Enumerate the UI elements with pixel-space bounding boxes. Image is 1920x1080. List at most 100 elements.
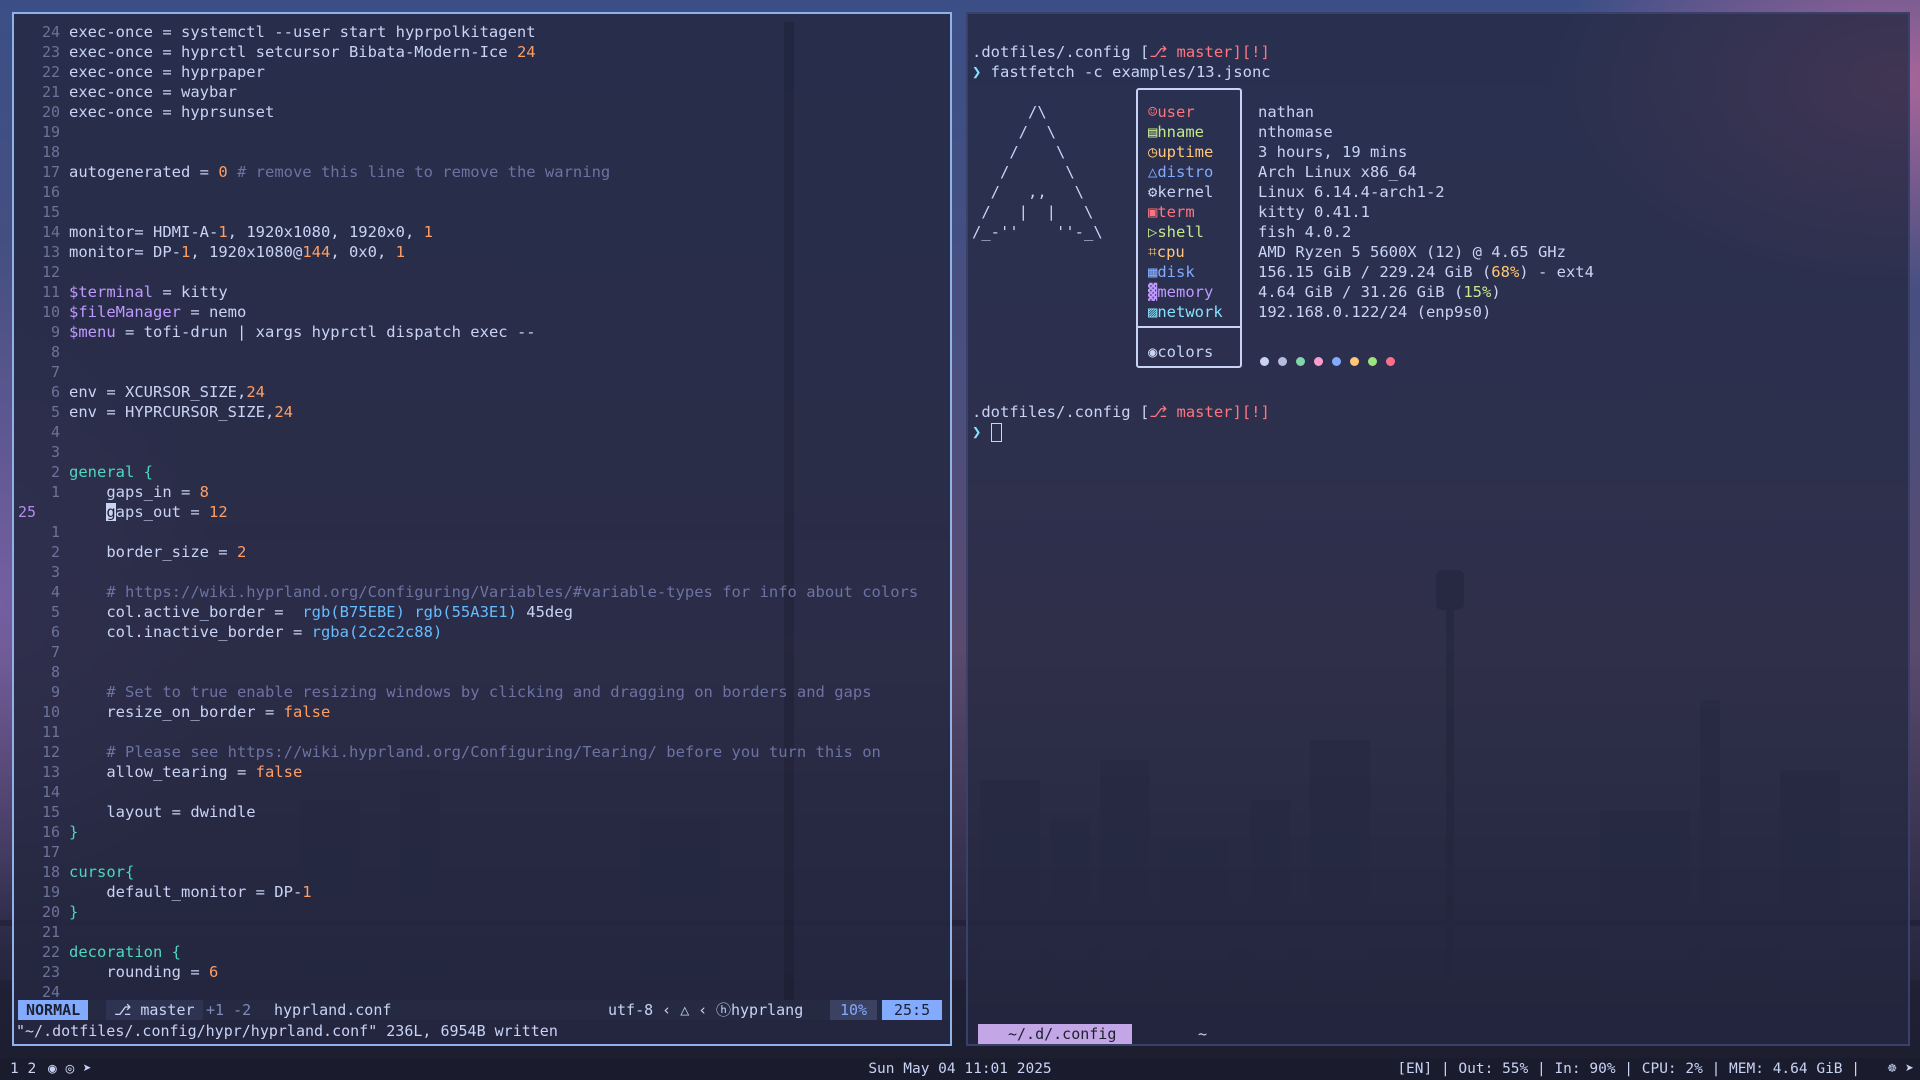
line-text: cursor{ [69, 863, 135, 881]
distro-icon: △ [1148, 163, 1158, 181]
filetype: ⓗhyprlang [716, 1001, 804, 1019]
fetch-value-disk: 156.15 GiB / 229.24 GiB (68%) - ext4 [1258, 263, 1594, 281]
git-branch: ⎇ master [106, 1000, 203, 1020]
fetch-key-hname: ▤hname [1148, 123, 1205, 141]
prompt-status: ][!] [1232, 403, 1270, 421]
fetch-value-network: 192.168.0.122/24 (enp9s0) [1258, 303, 1492, 321]
palette-swatch [1278, 357, 1287, 366]
ascii-art-line: / \ [972, 143, 1066, 161]
line-number: 12 [41, 263, 60, 281]
status-line: NORMAL ⎇ master +1 -2 hyprland.conf utf-… [14, 1000, 950, 1020]
line-number: 22 [41, 943, 60, 961]
line-number: 10 [41, 703, 60, 721]
scroll-percent: 10% [830, 1000, 878, 1020]
disk-icon: ▦ [1148, 263, 1158, 281]
line-number: 4 [50, 583, 60, 601]
colors-key: ◉colors [1148, 343, 1214, 361]
fetch-key-shell: ▷shell [1148, 223, 1205, 241]
color-column [784, 22, 794, 1016]
line-number: 10 [41, 303, 60, 321]
palette-swatch [1332, 357, 1341, 366]
cursor-position: 25:5 [882, 1000, 943, 1020]
command-line[interactable]: "~/.dotfiles/.config/hypr/hyprland.conf"… [14, 1020, 950, 1042]
terminal-cursor [990, 423, 1002, 442]
line-text: general { [69, 463, 153, 481]
line-text: $fileManager = nemo [69, 303, 247, 321]
line-number: 13 [41, 763, 60, 781]
memory-icon: ▓ [1148, 283, 1158, 301]
command-line: ❯ fastfetch -c examples/13.jsonc [972, 62, 1271, 82]
line-text: exec-once = waybar [69, 83, 237, 101]
palette-swatch [1350, 357, 1359, 366]
prompt-arrow: ❯ [972, 423, 991, 441]
tab-active[interactable]: ~/.d/.config [978, 1024, 1133, 1044]
line-text: exec-once = hyprsunset [69, 103, 275, 121]
palette-swatch [1386, 357, 1395, 366]
kitty-terminal-window[interactable]: .dotfiles/.config [⎇ master][!] ❯ fastfe… [966, 12, 1910, 1046]
kernel-icon: ⚙ [1148, 183, 1158, 201]
line-number: 15 [41, 203, 60, 221]
line-text: env = XCURSOR_SIZE,24 [69, 383, 265, 401]
line-number: 4 [50, 423, 60, 441]
line-number: 20 [41, 903, 60, 921]
prompt-branch: ⎇ master [1149, 43, 1233, 61]
line-text: rounding = 6 [69, 963, 219, 981]
line-text: $menu = tofi-drun | xargs hyprctl dispat… [69, 323, 536, 341]
line-number: 7 [50, 643, 60, 661]
palette-swatch [1314, 357, 1323, 366]
encoding: utf-8 ‹ △ ‹ [608, 1001, 708, 1019]
fetch-value-kernel: Linux 6.14.4-arch1-2 [1258, 183, 1445, 201]
input-line[interactable]: ❯ [972, 422, 1002, 442]
line-text: exec-once = hyprctl setcursor Bibata-Mod… [69, 43, 536, 61]
line-number: 18 [41, 863, 60, 881]
ascii-art-line: /\ [972, 103, 1047, 121]
line-text: } [69, 903, 79, 921]
line-number: 17 [41, 163, 60, 181]
term-icon: ▣ [1148, 203, 1158, 221]
fetch-key-term: ▣term [1148, 203, 1195, 221]
fetch-value-distro: Arch Linux x86_64 [1258, 163, 1417, 181]
fetch-key-disk: ▦disk [1148, 263, 1195, 281]
fetch-value-memory: 4.64 GiB / 31.26 GiB (15%) [1258, 283, 1501, 301]
line-text: # Please see https://wiki.hyprland.org/C… [69, 743, 881, 761]
tab-other[interactable]: ~ [1198, 1024, 1207, 1044]
line-number: 23 [41, 43, 60, 61]
line-text: monitor= HDMI-A-1, 1920x1080, 1920x0, 1 [69, 223, 433, 241]
line-number: 16 [41, 823, 60, 841]
user-icon: ☺ [1148, 103, 1158, 121]
line-number: 24 [41, 983, 60, 1001]
line-text: layout = dwindle [69, 803, 256, 821]
line-text: # https://wiki.hyprland.org/Configuring/… [69, 583, 919, 601]
line-number: 1 [50, 483, 60, 501]
file-name: hyprland.conf [274, 1001, 392, 1019]
fetch-value-shell: fish 4.0.2 [1258, 223, 1352, 241]
line-text: } [69, 823, 79, 841]
tray-icons[interactable]: ☸ ➤ [1888, 1058, 1914, 1080]
line-number: 8 [50, 663, 60, 681]
prompt-status: ][!] [1232, 43, 1270, 61]
prompt-arrow: ❯ [972, 63, 991, 81]
palette-icon: ◉ [1148, 343, 1158, 361]
line-text: exec-once = hyprpaper [69, 63, 265, 81]
fetch-key-cpu: ⌗cpu [1148, 243, 1185, 261]
network-icon: ▨ [1148, 303, 1158, 321]
line-number: 2 [50, 543, 60, 561]
hname-icon: ▤ [1148, 123, 1158, 141]
fetch-key-network: ▨network [1148, 303, 1223, 321]
line-number: 7 [50, 363, 60, 381]
line-number: 12 [41, 743, 60, 761]
cpu-icon: ⌗ [1148, 243, 1157, 261]
fetch-key-user: ☺user [1148, 103, 1195, 121]
command-text: fastfetch -c examples/13.jsonc [990, 63, 1271, 81]
fetch-value-hname: nthomase [1258, 123, 1333, 141]
line-text: allow_tearing = false [69, 763, 303, 781]
line-number: 14 [41, 783, 60, 801]
line-number: 3 [50, 563, 60, 581]
line-number: 19 [41, 883, 60, 901]
line-number: 9 [50, 323, 60, 341]
neovim-window[interactable]: 24 exec-once = systemctl --user start hyp… [12, 12, 952, 1046]
line-text: decoration { [69, 943, 181, 961]
line-number: 18 [41, 143, 60, 161]
line-number: 11 [41, 723, 60, 741]
line-number: 25 [18, 503, 37, 521]
